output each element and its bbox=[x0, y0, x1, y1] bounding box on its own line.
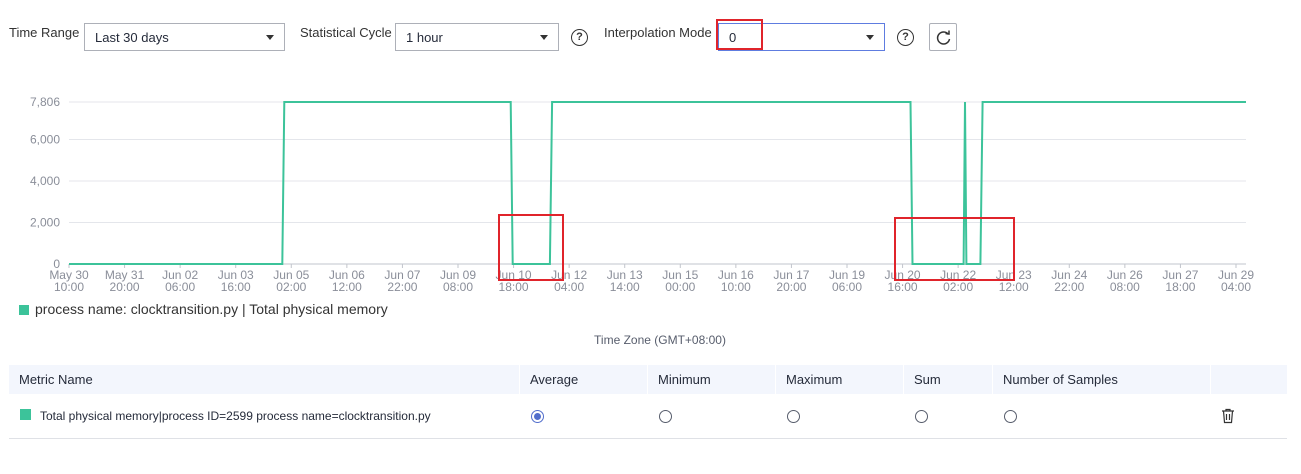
metric-name-cell: Total physical memory|process ID=2599 pr… bbox=[40, 409, 431, 423]
x-tick-label: 22:00 bbox=[387, 280, 417, 294]
x-tick-label: 06:00 bbox=[832, 280, 862, 294]
x-tick-label: 20:00 bbox=[776, 280, 806, 294]
x-tick-label: 18:00 bbox=[499, 280, 529, 294]
x-tick-label: 04:00 bbox=[1221, 280, 1251, 294]
y-tick-label: 7,806 bbox=[30, 95, 60, 109]
chevron-down-icon bbox=[866, 35, 874, 40]
col-maximum: Maximum bbox=[776, 365, 904, 394]
table-header: Metric Name Average Minimum Maximum Sum … bbox=[9, 365, 1287, 394]
sum-radio[interactable] bbox=[915, 410, 928, 423]
x-tick-label: 16:00 bbox=[221, 280, 251, 294]
interpolation-select[interactable]: 0 bbox=[718, 23, 885, 51]
chart-legend[interactable]: process name: clocktransition.py | Total… bbox=[19, 301, 388, 317]
x-tick-label: 12:00 bbox=[999, 280, 1029, 294]
legend-swatch bbox=[19, 305, 29, 315]
x-tick-label: 08:00 bbox=[1110, 280, 1140, 294]
minimum-radio[interactable] bbox=[659, 410, 672, 423]
toolbar: Time Range Last 30 days Statistical Cycl… bbox=[0, 0, 1301, 60]
series-line bbox=[69, 101, 1246, 265]
y-tick-label: 4,000 bbox=[30, 174, 60, 188]
x-tick-label: 20:00 bbox=[110, 280, 140, 294]
col-num-samples: Number of Samples bbox=[993, 365, 1211, 394]
timezone-label: Time Zone (GMT+08:00) bbox=[594, 333, 726, 347]
average-radio[interactable] bbox=[531, 410, 544, 423]
x-tick-label: 22:00 bbox=[1054, 280, 1084, 294]
x-tick-label: 14:00 bbox=[610, 280, 640, 294]
x-tick-label: 10:00 bbox=[54, 280, 84, 294]
interpolation-help-icon[interactable]: ? bbox=[897, 29, 914, 46]
x-tick-label: 02:00 bbox=[276, 280, 306, 294]
interpolation-label: Interpolation Mode bbox=[604, 25, 712, 40]
x-tick-label: 12:00 bbox=[332, 280, 362, 294]
time-range-value: Last 30 days bbox=[95, 30, 169, 45]
x-tick-label: 00:00 bbox=[665, 280, 695, 294]
stat-cycle-help-icon[interactable]: ? bbox=[571, 29, 588, 46]
legend-label: process name: clocktransition.py | Total… bbox=[35, 301, 388, 317]
col-sum: Sum bbox=[904, 365, 993, 394]
y-tick-label: 2,000 bbox=[30, 215, 60, 229]
y-tick-label: 6,000 bbox=[30, 132, 60, 146]
stat-cycle-label: Statistical Cycle bbox=[300, 25, 392, 40]
x-tick-label: 08:00 bbox=[443, 280, 473, 294]
time-range-label: Time Range bbox=[9, 25, 80, 40]
x-tick-label: 18:00 bbox=[1165, 280, 1195, 294]
refresh-icon bbox=[936, 30, 951, 45]
col-minimum: Minimum bbox=[648, 365, 776, 394]
metrics-table: Metric Name Average Minimum Maximum Sum … bbox=[9, 365, 1287, 439]
col-metric-name: Metric Name bbox=[9, 365, 520, 394]
metric-color-swatch bbox=[20, 409, 31, 420]
x-tick-label: 10:00 bbox=[721, 280, 751, 294]
refresh-button[interactable] bbox=[929, 23, 957, 51]
col-actions bbox=[1211, 365, 1287, 394]
interpolation-value: 0 bbox=[729, 30, 737, 45]
chevron-down-icon bbox=[540, 35, 548, 40]
chevron-down-icon bbox=[266, 35, 274, 40]
num-samples-radio[interactable] bbox=[1004, 410, 1017, 423]
trash-icon[interactable] bbox=[1221, 408, 1235, 424]
x-tick-label: 04:00 bbox=[554, 280, 584, 294]
maximum-radio[interactable] bbox=[787, 410, 800, 423]
x-tick-label: 06:00 bbox=[165, 280, 195, 294]
col-average: Average bbox=[520, 365, 648, 394]
table-row: Total physical memory|process ID=2599 pr… bbox=[9, 394, 1287, 439]
x-tick-label: 16:00 bbox=[888, 280, 918, 294]
stat-cycle-select[interactable]: 1 hour bbox=[395, 23, 559, 51]
time-range-select[interactable]: Last 30 days bbox=[84, 23, 285, 51]
line-chart: 02,0004,0006,0007,806May 3010:00May 3120… bbox=[30, 95, 1254, 294]
stat-cycle-value: 1 hour bbox=[406, 30, 443, 45]
x-tick-label: 02:00 bbox=[943, 280, 973, 294]
